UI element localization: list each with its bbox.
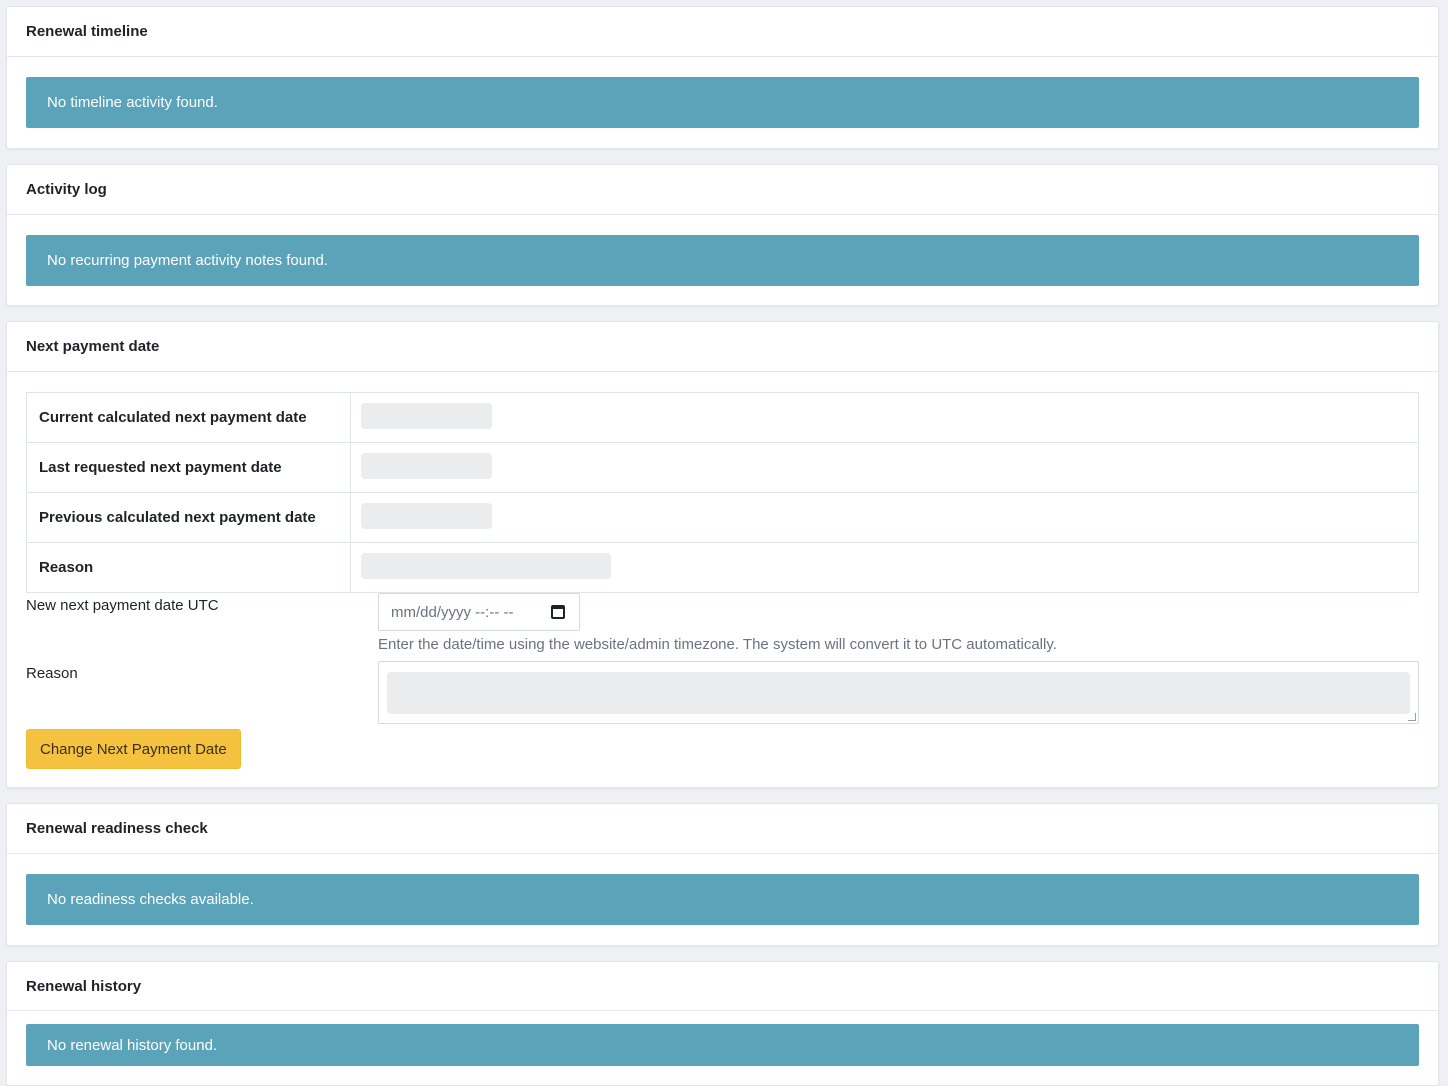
renewal-history-card: Renewal history No renewal history found… [6, 961, 1439, 1086]
next-payment-info-table: Current calculated next payment date Las… [26, 392, 1419, 593]
reason-row-label: Reason [26, 542, 351, 593]
new-date-label: New next payment date UTC [26, 597, 219, 614]
table-row: Last requested next payment date [26, 442, 1419, 493]
last-requested-payment-value [350, 442, 1419, 493]
table-row: Current calculated next payment date [26, 392, 1419, 443]
next-payment-card: Next payment date Current calculated nex… [6, 321, 1439, 788]
renewal-history-title: Renewal history [7, 962, 1438, 1011]
current-next-payment-value [350, 392, 1419, 443]
next-payment-title: Next payment date [7, 322, 1438, 372]
renewal-timeline-alert: No timeline activity found. [26, 77, 1419, 128]
activity-log-title: Activity log [7, 165, 1438, 215]
resize-handle-icon[interactable] [1408, 713, 1416, 721]
activity-log-card: Activity log No recurring payment activi… [6, 164, 1439, 306]
date-input-placeholder: mm/dd/yyyy --:-- -- [391, 603, 514, 621]
renewal-readiness-alert: No readiness checks available. [26, 874, 1419, 925]
renewal-timeline-card: Renewal timeline No timeline activity fo… [6, 6, 1439, 149]
renewal-readiness-card: Renewal readiness check No readiness che… [6, 803, 1439, 946]
current-next-payment-label: Current calculated next payment date [26, 392, 351, 443]
reason-label: Reason [26, 665, 78, 682]
value-placeholder [361, 552, 611, 579]
previous-next-payment-label: Previous calculated next payment date [26, 492, 351, 543]
calendar-icon[interactable] [551, 605, 565, 619]
date-help-text: Enter the date/time using the website/ad… [378, 636, 1057, 653]
reason-row-value [350, 542, 1419, 593]
value-placeholder [361, 402, 492, 429]
last-requested-payment-label: Last requested next payment date [26, 442, 351, 493]
value-placeholder [361, 502, 492, 529]
previous-next-payment-value [350, 492, 1419, 543]
reason-textarea[interactable] [378, 661, 1419, 724]
table-row: Previous calculated next payment date [26, 492, 1419, 543]
table-row: Reason [26, 542, 1419, 593]
change-next-payment-date-button[interactable]: Change Next Payment Date [26, 729, 241, 769]
textarea-placeholder [387, 672, 1410, 714]
renewal-timeline-title: Renewal timeline [7, 7, 1438, 57]
activity-log-alert: No recurring payment activity notes foun… [26, 235, 1419, 286]
renewal-readiness-title: Renewal readiness check [7, 804, 1438, 854]
value-placeholder [361, 452, 492, 479]
page: Renewal timeline No timeline activity fo… [0, 0, 1448, 1086]
new-date-input[interactable]: mm/dd/yyyy --:-- -- [378, 593, 580, 631]
renewal-history-alert: No renewal history found. [26, 1024, 1419, 1066]
